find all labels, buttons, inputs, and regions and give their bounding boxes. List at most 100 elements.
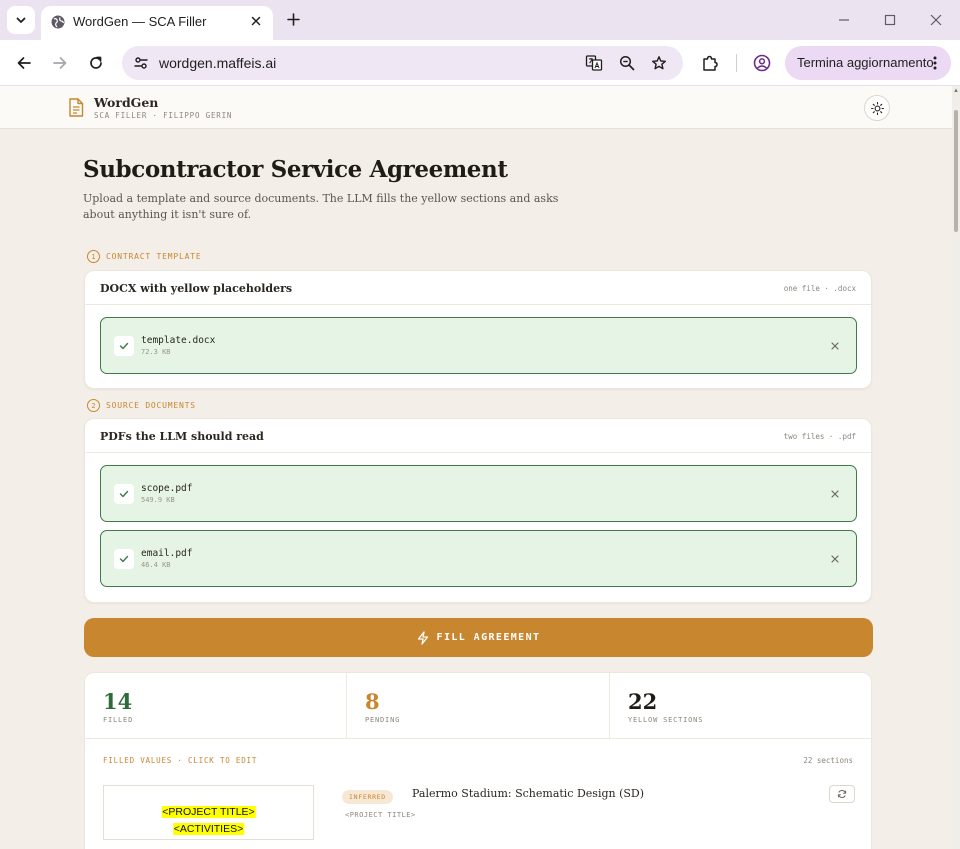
card-title: DOCX with yellow placeholders: [100, 282, 293, 295]
step-label-text: SOURCE DOCUMENTS: [106, 401, 196, 410]
profile-button[interactable]: [751, 52, 773, 74]
translate-button[interactable]: [584, 53, 604, 73]
browser-tab-active[interactable]: WordGen — SCA Filler: [41, 6, 273, 40]
sun-icon: [870, 101, 884, 115]
card-title: PDFs the LLM should read: [100, 430, 264, 443]
card-header: PDFs the LLM should read two files · .pd…: [85, 419, 871, 453]
new-tab-button[interactable]: [282, 8, 304, 30]
more-vert-icon: [933, 56, 937, 70]
file-item[interactable]: template.docx 72.3 KB: [100, 317, 857, 374]
address-bar[interactable]: wordgen.maffeis.ai: [122, 46, 683, 80]
page-subtitle: Upload a template and source documents. …: [83, 192, 559, 221]
check-icon: [114, 484, 134, 504]
minimize-button[interactable]: [834, 10, 854, 30]
placeholder-key: <PROJECT TITLE>: [345, 811, 416, 819]
step-label-template: 1 CONTRACT TEMPLATE: [87, 250, 201, 263]
file-size: 46.4 KB: [141, 561, 171, 569]
file-size: 72.3 KB: [141, 348, 171, 356]
translate-icon: [585, 55, 603, 71]
close-icon: [930, 14, 942, 26]
placeholder-highlight: <PROJECT TITLE>: [161, 806, 256, 818]
scrollbar-thumb[interactable]: [954, 110, 958, 232]
close-icon: [251, 16, 261, 26]
stat-value: 8: [365, 689, 380, 714]
filled-value-text[interactable]: Palermo Stadium: Schematic Design (SD): [412, 787, 644, 800]
close-icon: [831, 490, 839, 498]
browser-toolbar: wordgen.maffeis.ai Termina aggiornamento: [0, 40, 960, 86]
stat-value: 22: [628, 689, 658, 714]
stat-value: 14: [103, 689, 133, 714]
arrow-left-icon: [17, 57, 31, 69]
theme-toggle-button[interactable]: [864, 95, 890, 121]
update-label: Termina aggiornamento: [797, 55, 934, 70]
file-item[interactable]: scope.pdf 549.9 KB: [100, 465, 857, 522]
puzzle-icon: [703, 55, 718, 71]
stat-yellow-sections: 22 YELLOW SECTIONS: [610, 673, 871, 739]
globe-icon: [51, 15, 65, 29]
brand-name: WordGen: [94, 95, 159, 110]
site-info-button[interactable]: [131, 53, 151, 73]
remove-file-button[interactable]: [828, 487, 842, 501]
regenerate-button[interactable]: [829, 785, 855, 803]
card-meta: two files · .pdf: [783, 432, 856, 441]
back-button[interactable]: [12, 51, 36, 75]
star-icon: [652, 56, 666, 70]
file-size: 549.9 KB: [141, 496, 175, 504]
chevron-down-icon: [16, 17, 26, 23]
document-icon: [69, 98, 84, 117]
check-icon: [114, 336, 134, 356]
stat-label: YELLOW SECTIONS: [628, 716, 704, 724]
file-name: template.docx: [141, 335, 216, 346]
card-meta: one file · .docx: [783, 284, 856, 293]
file-name: scope.pdf: [141, 483, 193, 494]
chrome-menu-button[interactable]: [927, 54, 943, 72]
sources-card: PDFs the LLM should read two files · .pd…: [84, 418, 872, 603]
stat-label: FILLED: [103, 716, 134, 724]
maximize-icon: [884, 14, 896, 26]
fill-agreement-button[interactable]: FILL AGREEMENT: [84, 618, 873, 657]
tab-title: WordGen — SCA Filler: [73, 14, 207, 29]
refresh-icon: [837, 790, 847, 798]
page-scrollbar[interactable]: ▲: [952, 86, 960, 849]
placeholder-preview[interactable]: <PROJECT TITLE> <ACTIVITIES>: [103, 785, 314, 840]
stat-label: PENDING: [365, 716, 401, 724]
placeholder-highlight: <ACTIVITIES>: [172, 823, 245, 835]
bookmark-button[interactable]: [649, 53, 669, 73]
remove-file-button[interactable]: [828, 339, 842, 353]
arrow-right-icon: [53, 57, 67, 69]
browser-tab-strip: WordGen — SCA Filler: [0, 0, 960, 40]
tab-close-button[interactable]: [247, 12, 265, 30]
tab-search-button[interactable]: [7, 6, 35, 34]
remove-file-button[interactable]: [828, 552, 842, 566]
url-text: wordgen.maffeis.ai: [159, 55, 277, 71]
zoom-button[interactable]: [617, 53, 637, 73]
minimize-icon: [839, 19, 849, 21]
file-name: email.pdf: [141, 548, 193, 559]
results-panel: 14 FILLED 8 PENDING 22 YELLOW SECTIONS F…: [84, 672, 872, 849]
check-icon: [114, 549, 134, 569]
step-number: 1: [87, 250, 100, 263]
update-button[interactable]: Termina aggiornamento: [785, 46, 951, 80]
scroll-up-arrow-icon[interactable]: ▲: [953, 88, 959, 94]
forward-button[interactable]: [48, 51, 72, 75]
plus-icon: [286, 12, 300, 26]
account-circle-icon: [753, 54, 771, 72]
window-close-button[interactable]: [926, 10, 946, 30]
toolbar-separator: [736, 54, 737, 72]
reload-icon: [90, 56, 102, 69]
close-icon: [831, 555, 839, 563]
step-label-text: CONTRACT TEMPLATE: [106, 252, 202, 261]
close-icon: [831, 342, 839, 350]
extensions-button[interactable]: [699, 52, 721, 74]
reload-button[interactable]: [84, 51, 108, 75]
zoom-out-icon: [619, 55, 635, 71]
page-title: Subcontractor Service Agreement: [83, 156, 508, 183]
file-item[interactable]: email.pdf 46.4 KB: [100, 530, 857, 587]
lightning-icon: [417, 630, 428, 645]
brand-subtitle: SCA FILLER · FILIPPO GERIN: [94, 111, 233, 120]
tune-icon: [134, 57, 148, 69]
template-card: DOCX with yellow placeholders one file ·…: [84, 270, 872, 389]
inferred-badge: INFERRED: [342, 790, 393, 804]
maximize-button[interactable]: [880, 10, 900, 30]
card-header: DOCX with yellow placeholders one file ·…: [85, 271, 871, 305]
